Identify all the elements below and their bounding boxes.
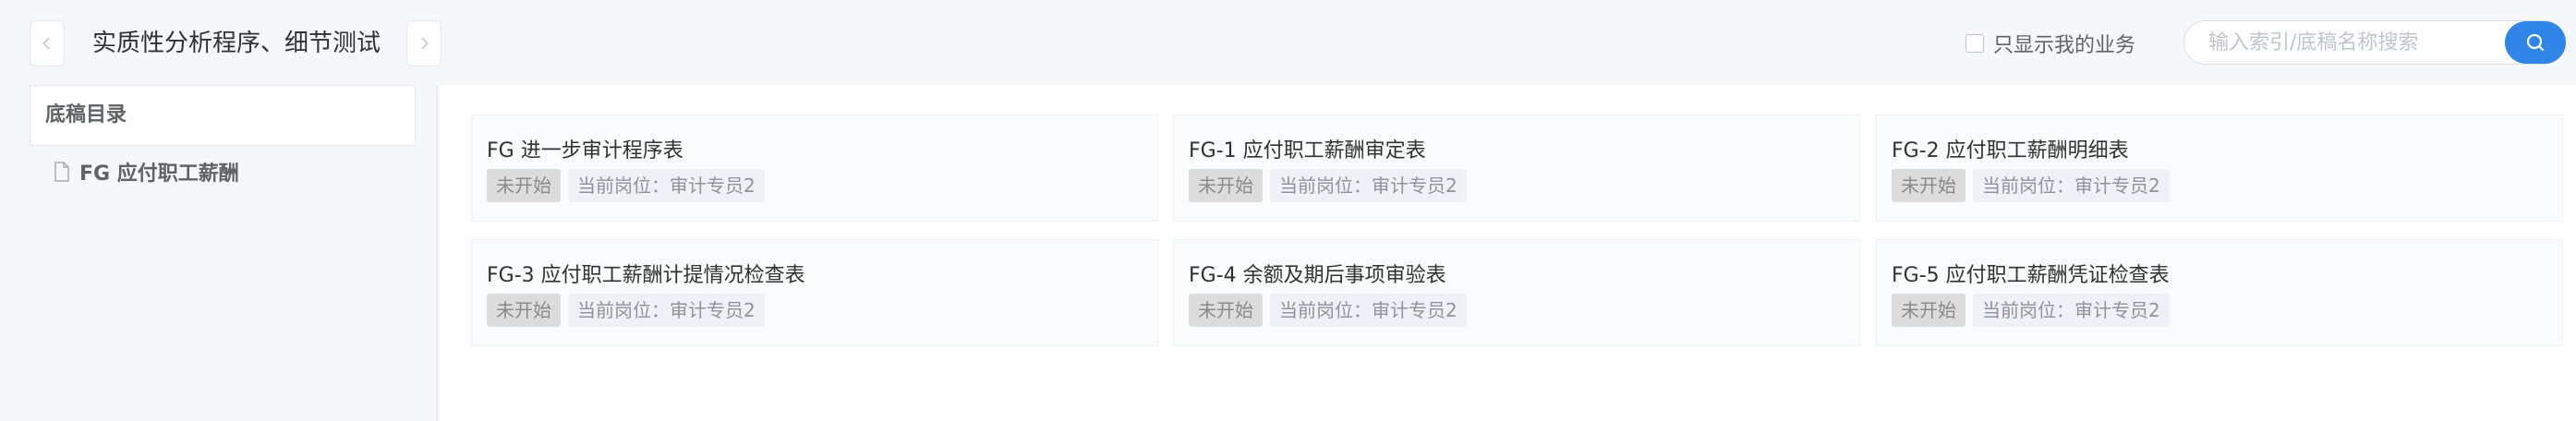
search-icon xyxy=(2526,33,2545,52)
sidebar-item-label: FG 应付职工薪酬 xyxy=(79,162,239,186)
chevron-left-icon xyxy=(42,37,50,50)
role-badge: 当前岗位：审计专员2 xyxy=(1270,169,1467,202)
back-button[interactable] xyxy=(30,20,65,66)
workpaper-card[interactable]: FG-4 余额及期后事项审验表 未开始 当前岗位：审计专员2 xyxy=(1173,239,1860,346)
only-mine-toggle[interactable]: 只显示我的业务 xyxy=(1965,28,2135,59)
role-badge: 当前岗位：审计专员2 xyxy=(1973,169,2170,202)
status-badge: 未开始 xyxy=(1189,169,1263,202)
workpaper-card[interactable]: FG-5 应付职工薪酬凭证检查表 未开始 当前岗位：审计专员2 xyxy=(1876,239,2563,346)
status-badge: 未开始 xyxy=(487,294,561,327)
workpaper-card[interactable]: FG-3 应付职工薪酬计提情况检查表 未开始 当前岗位：审计专员2 xyxy=(471,239,1158,346)
role-badge: 当前岗位：审计专员2 xyxy=(568,169,765,202)
status-badge: 未开始 xyxy=(487,169,561,202)
role-badge: 当前岗位：审计专员2 xyxy=(1270,294,1467,327)
card-title: FG-2 应付职工薪酬明细表 xyxy=(1892,139,2129,162)
workpaper-card[interactable]: FG-2 应付职工薪酬明细表 未开始 当前岗位：审计专员2 xyxy=(1876,114,2563,222)
search-input[interactable] xyxy=(2207,30,2487,55)
card-title: FG 进一步审计程序表 xyxy=(487,139,683,162)
workpaper-card[interactable]: FG 进一步审计程序表 未开始 当前岗位：审计专员2 xyxy=(471,114,1158,222)
workpaper-card[interactable]: FG-1 应付职工薪酬审定表 未开始 当前岗位：审计专员2 xyxy=(1173,114,1860,222)
card-title: FG-3 应付职工薪酬计提情况检查表 xyxy=(487,264,805,287)
page-title: 实质性分析程序、细节测试 xyxy=(92,30,381,57)
card-title: FG-4 余额及期后事项审验表 xyxy=(1189,264,1446,287)
only-mine-checkbox[interactable] xyxy=(1965,34,1984,53)
forward-button[interactable] xyxy=(406,20,441,66)
role-badge: 当前岗位：审计专员2 xyxy=(1973,294,2170,327)
search-box xyxy=(2183,20,2566,65)
only-mine-label: 只显示我的业务 xyxy=(1993,34,2136,57)
sidebar: 底稿目录 FG 应付职工薪酬 xyxy=(0,85,438,421)
role-badge: 当前岗位：审计专员2 xyxy=(568,294,765,327)
card-title: FG-5 应付职工薪酬凭证检查表 xyxy=(1892,264,2170,287)
main-content: FG 进一步审计程序表 未开始 当前岗位：审计专员2 FG-1 应付职工薪酬审定… xyxy=(440,85,2576,421)
sidebar-item-fg[interactable]: FG 应付职工薪酬 xyxy=(54,153,239,190)
card-title: FG-1 应付职工薪酬审定表 xyxy=(1189,139,1426,162)
top-bar: 实质性分析程序、细节测试 只显示我的业务 xyxy=(0,0,2576,85)
document-icon xyxy=(54,162,69,182)
search-button[interactable] xyxy=(2505,21,2566,64)
status-badge: 未开始 xyxy=(1189,294,1263,327)
chevron-right-icon xyxy=(421,37,429,50)
status-badge: 未开始 xyxy=(1892,169,1965,202)
sidebar-heading: 底稿目录 xyxy=(30,85,416,146)
status-badge: 未开始 xyxy=(1892,294,1965,327)
